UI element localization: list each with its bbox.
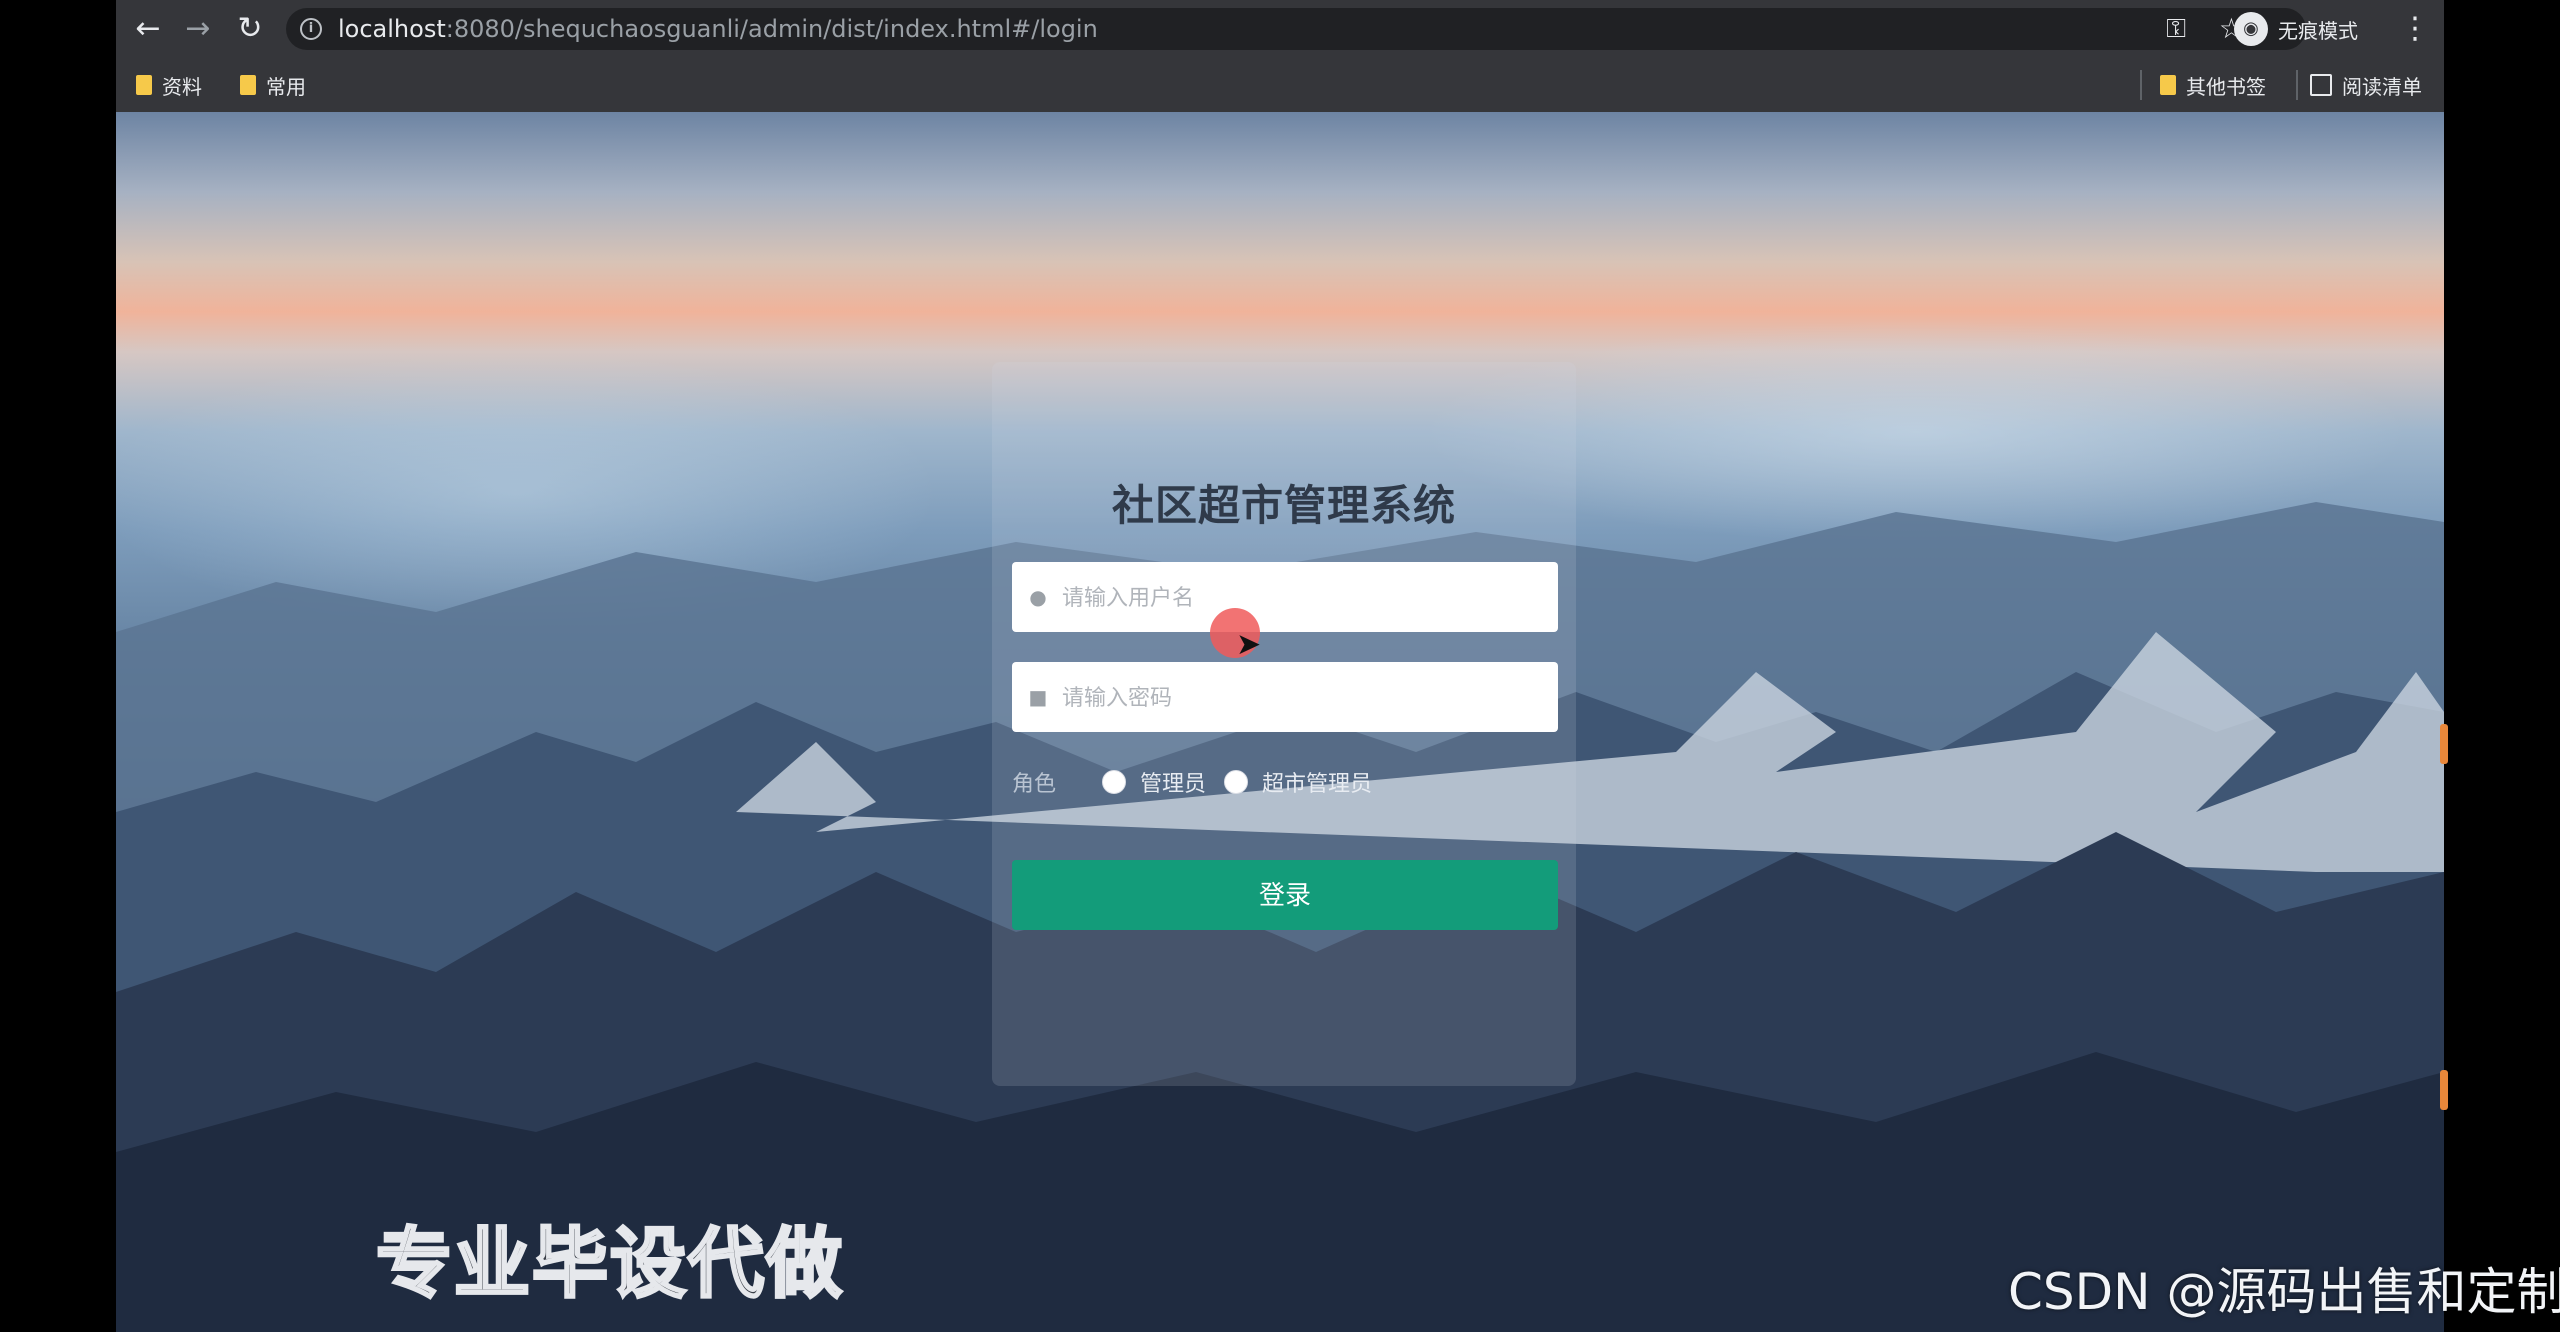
role-selector: 角色 管理员 超市管理员 — [1012, 758, 1390, 806]
kebab-menu-icon[interactable]: ⋮ — [2400, 10, 2430, 48]
lock-icon: ■ — [1028, 685, 1048, 709]
username-input[interactable] — [1060, 562, 1544, 634]
password-field[interactable]: ■ — [1012, 662, 1558, 734]
bookmark-folder-changyong[interactable]: 常用 — [240, 58, 306, 112]
bookmarks-bar: 资料 常用 其他书签 阅读清单 — [116, 58, 2444, 112]
bookmark-label: 资料 — [162, 74, 202, 99]
bookmarks-divider — [2296, 70, 2298, 100]
key-icon[interactable]: ⚿ — [2166, 14, 2186, 44]
address-bar[interactable]: i localhost:8080/shequchaosguanli/admin/… — [286, 8, 2306, 50]
mouse-cursor-icon: ➤ — [1236, 627, 1262, 662]
role-option-label: 超市管理员 — [1262, 772, 1373, 797]
url-path: :8080/shequchaosguanli/admin/dist/index.… — [445, 15, 1098, 43]
incognito-icon: ◉ — [2234, 12, 2268, 46]
login-button[interactable]: 登录 — [1012, 860, 1558, 930]
side-tab — [2440, 724, 2448, 764]
role-option-market-admin[interactable]: 超市管理员 — [1224, 766, 1372, 798]
reload-icon[interactable]: ↻ — [230, 10, 270, 48]
bookmark-label: 常用 — [266, 74, 306, 99]
back-arrow-icon[interactable]: ← — [128, 10, 168, 48]
other-bookmarks-label: 其他书签 — [2186, 74, 2266, 99]
login-panel: 社区超市管理系统 ● ■ 角色 管理员 超市管理员 登录 — [992, 362, 1576, 1086]
page-title: 社区超市管理系统 — [1111, 481, 1456, 530]
bookmark-folder-ziliao[interactable]: 资料 — [136, 58, 202, 112]
bookmarks-divider — [2140, 70, 2142, 100]
browser-toolbar: ← → ↻ i localhost:8080/shequchaosguanli/… — [116, 0, 2444, 58]
incognito-label: 无痕模式 — [2278, 18, 2358, 43]
role-option-label: 管理员 — [1140, 772, 1207, 797]
folder-icon — [2160, 75, 2176, 95]
password-input[interactable] — [1060, 662, 1544, 734]
radio-button[interactable] — [1102, 770, 1127, 794]
url-text[interactable]: localhost:8080/shequchaosguanli/admin/di… — [338, 8, 1098, 50]
info-icon[interactable]: i — [300, 18, 322, 40]
reading-list[interactable]: 阅读清单 — [2310, 58, 2422, 112]
side-tab — [2440, 1070, 2448, 1110]
role-option-admin[interactable]: 管理员 — [1102, 766, 1206, 798]
incognito-indicator[interactable]: ◉ 无痕模式 — [2234, 8, 2358, 50]
folder-icon — [240, 75, 256, 95]
promo-watermark: 专业毕设代做 — [375, 1218, 844, 1310]
radio-button[interactable] — [1224, 770, 1249, 794]
role-label: 角色 — [1012, 772, 1057, 797]
reading-list-icon — [2310, 74, 2332, 96]
reading-list-label: 阅读清单 — [2342, 74, 2422, 99]
folder-icon — [136, 75, 152, 95]
url-host: localhost — [338, 15, 446, 43]
username-field[interactable]: ● — [1012, 562, 1558, 634]
other-bookmarks[interactable]: 其他书签 — [2160, 58, 2266, 112]
credit-watermark: CSDN @源码出售和定制 — [2008, 1263, 2560, 1321]
forward-arrow-icon[interactable]: → — [178, 10, 218, 48]
user-icon: ● — [1029, 585, 1047, 609]
browser-window: ← → ↻ i localhost:8080/shequchaosguanli/… — [116, 0, 2444, 1332]
login-page: 社区超市管理系统 ● ■ 角色 管理员 超市管理员 登录 — [116, 112, 2444, 1332]
